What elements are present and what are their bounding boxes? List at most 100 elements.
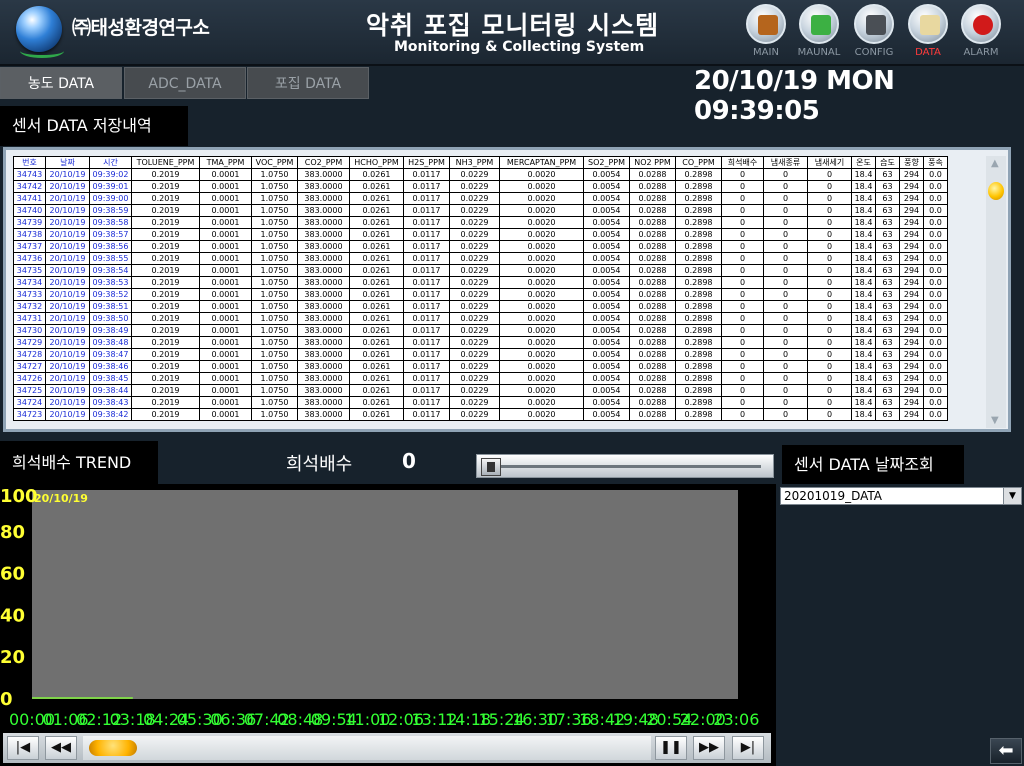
sensor-data-table-viewport: 번호 날짜 시간 TOLUENE_PPM TMA_PPM VOC_PPM CO2_PPM HC… [13,156,957,428]
table-cell: 09:38:55 [89,252,132,265]
table-cell: 0.0 [923,396,948,409]
table-cell: 0.2898 [675,240,722,253]
table-cell: 0 [807,300,852,313]
table-row[interactable]: 34728 20/10/19 09:38:47 0.2019 0.0001 1.0750 3… [13,348,948,361]
table-cell: 0.0229 [449,276,500,289]
table-cell: 1.0750 [251,276,298,289]
table-cell: 0.0054 [583,408,630,421]
nav-alarm-button[interactable]: ALARM [953,4,1009,62]
table-cell: 0.0117 [403,252,450,265]
slider-knob[interactable] [481,458,501,476]
skip-start-icon: |◀ [15,740,31,755]
scroll-down-icon[interactable]: ▼ [991,415,999,426]
nav-config-button[interactable]: CONFIG [846,4,902,62]
table-cell: 0 [763,204,808,217]
pause-button[interactable]: ❚❚ [655,736,687,760]
table-cell: 294 [899,336,924,349]
date-file-selected: 20201019_DATA [784,489,882,503]
skip-to-end-button[interactable]: ▶| [732,736,764,760]
logo-swoosh [20,44,64,58]
table-cell: 0.0020 [499,204,584,217]
nav-manual-button[interactable]: MAUNAL [791,4,847,62]
table-cell: 0.0020 [499,228,584,241]
table-cell: 0.2019 [131,324,200,337]
table-cell: 0.0001 [199,180,252,193]
sensor-data-panel: 번호 날짜 시간 TOLUENE_PPM TMA_PPM VOC_PPM CO2_PPM HC… [3,147,1011,432]
dilution-slider[interactable] [476,454,774,478]
table-row[interactable]: 34742 20/10/19 09:39:01 0.2019 0.0001 1.0750 3… [13,180,948,193]
table-cell: 0.0288 [629,228,676,241]
table-cell: 0.0020 [499,240,584,253]
table-cell: 0.0020 [499,360,584,373]
table-cell: 0 [807,324,852,337]
table-row[interactable]: 34741 20/10/19 09:39:00 0.2019 0.0001 1.0750 3… [13,192,948,205]
tab-adc-data[interactable]: ADC_DATA [124,67,246,99]
device-icon [854,4,894,44]
table-cell: 0 [721,228,764,241]
table-cell: 20/10/19 [45,216,90,229]
table-vertical-scrollbar[interactable]: ▲ ▼ [986,156,1006,428]
nav-manual-label: MAUNAL [797,47,841,58]
table-row[interactable]: 34737 20/10/19 09:38:56 0.2019 0.0001 1.0750 3… [13,240,948,253]
table-cell: 0.0261 [349,240,404,253]
table-cell: 0.0001 [199,216,252,229]
table-cell: 0 [763,180,808,193]
nav-main-button[interactable]: MAIN [738,4,794,62]
table-cell: 63 [875,288,900,301]
table-cell: 0.0288 [629,288,676,301]
table-row[interactable]: 34734 20/10/19 09:38:53 0.2019 0.0001 1.0750 3… [13,276,948,289]
table-row[interactable]: 34730 20/10/19 09:38:49 0.2019 0.0001 1.0750 3… [13,324,948,337]
company-name: ㈜태성환경연구소 [72,17,210,39]
rewind-button[interactable]: ◀◀ [45,736,77,760]
table-row[interactable]: 34739 20/10/19 09:38:58 0.2019 0.0001 1.0750 3… [13,216,948,229]
table-cell: 294 [899,168,924,181]
back-arrow-icon: ⬅ [998,740,1014,761]
table-row[interactable]: 34731 20/10/19 09:38:50 0.2019 0.0001 1.0750 3… [13,312,948,325]
table-row[interactable]: 34740 20/10/19 09:38:59 0.2019 0.0001 1.0750 3… [13,204,948,217]
table-row[interactable]: 34732 20/10/19 09:38:51 0.2019 0.0001 1.0750 3… [13,300,948,313]
table-row[interactable]: 34726 20/10/19 09:38:45 0.2019 0.0001 1.0750 3… [13,372,948,385]
table-row[interactable]: 34733 20/10/19 09:38:52 0.2019 0.0001 1.0750 3… [13,288,948,301]
table-cell: 0.0054 [583,324,630,337]
table-row[interactable]: 34743 20/10/19 09:39:02 0.2019 0.0001 1.0750 3… [13,168,948,181]
table-cell: 0.0117 [403,288,450,301]
table-cell: 294 [899,264,924,277]
scroll-thumb[interactable] [988,182,1004,200]
tab-collection-data[interactable]: 포집 DATA [247,67,369,99]
table-cell: 0.0229 [449,360,500,373]
fast-forward-button[interactable]: ▶▶ [693,736,725,760]
date-file-select[interactable]: 20201019_DATA ▼ [780,487,1022,505]
table-cell: 0.0288 [629,312,676,325]
table-cell: 0 [807,384,852,397]
skip-to-start-button[interactable]: |◀ [7,736,39,760]
table-cell: 0.2019 [131,408,200,421]
back-button[interactable]: ⬅ [990,738,1022,764]
nav-data-button[interactable]: DATA [900,4,956,62]
table-cell: 0.0117 [403,228,450,241]
nav-config-label: CONFIG [854,47,894,58]
table-cell: 20/10/19 [45,228,90,241]
table-row[interactable]: 34735 20/10/19 09:38:54 0.2019 0.0001 1.0750 3… [13,264,948,277]
table-cell: 383.0000 [297,408,350,421]
trend-time-scrollbar[interactable] [83,736,651,760]
table-row[interactable]: 34723 20/10/19 09:38:42 0.2019 0.0001 1.0750 3… [13,408,948,421]
table-row[interactable]: 34727 20/10/19 09:38:46 0.2019 0.0001 1.0750 3… [13,360,948,373]
table-cell: 18.4 [851,288,876,301]
table-cell: 63 [875,240,900,253]
table-cell: 63 [875,312,900,325]
scroll-up-icon[interactable]: ▲ [991,158,999,169]
table-cell: 0.0288 [629,372,676,385]
table-cell: 0 [721,168,764,181]
table-body: 34743 20/10/19 09:39:02 0.2019 0.0001 1.0750 3… [13,168,948,421]
table-cell: 09:38:52 [89,288,132,301]
chevron-down-icon[interactable]: ▼ [1003,488,1021,504]
table-row[interactable]: 34724 20/10/19 09:38:43 0.2019 0.0001 1.0750 3… [13,396,948,409]
table-row[interactable]: 34725 20/10/19 09:38:44 0.2019 0.0001 1.0750 3… [13,384,948,397]
tab-concentration-data[interactable]: 농도 DATA [0,67,122,99]
time-scroll-thumb[interactable] [89,740,137,756]
slider-track [485,465,761,468]
table-cell: 0 [763,360,808,373]
table-row[interactable]: 34736 20/10/19 09:38:55 0.2019 0.0001 1.0750 3… [13,252,948,265]
table-row[interactable]: 34729 20/10/19 09:38:48 0.2019 0.0001 1.0750 3… [13,336,948,349]
table-row[interactable]: 34738 20/10/19 09:38:57 0.2019 0.0001 1.0750 3… [13,228,948,241]
